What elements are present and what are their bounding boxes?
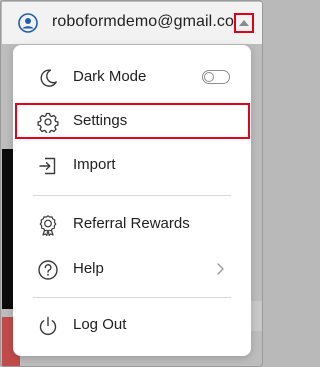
badge-award-icon xyxy=(37,214,59,236)
user-avatar-icon xyxy=(18,13,38,33)
settings-label: Settings xyxy=(73,112,128,129)
background-panel xyxy=(2,149,13,309)
referral-rewards-label: Referral Rewards xyxy=(73,215,190,232)
power-icon xyxy=(37,315,59,337)
moon-icon xyxy=(37,67,59,89)
import-icon xyxy=(37,155,59,177)
background-panel-right xyxy=(251,301,262,331)
account-bar: roboformdemo@gmail.com xyxy=(2,2,262,44)
account-email: roboformdemo@gmail.com xyxy=(52,13,248,30)
gear-icon xyxy=(37,111,59,133)
app-window: roboformdemo@gmail.com Dark Mode Setting… xyxy=(0,0,263,367)
collapse-menu-button[interactable] xyxy=(234,13,254,33)
account-dropdown-menu: Dark Mode Settings Import Referral Rewar… xyxy=(13,45,251,356)
menu-divider xyxy=(33,297,231,298)
caret-up-icon xyxy=(239,20,249,26)
menu-item-log-out[interactable]: Log Out xyxy=(13,305,251,345)
toggle-knob xyxy=(204,72,214,82)
menu-divider xyxy=(33,195,231,196)
menu-item-help[interactable]: Help xyxy=(13,249,251,289)
dark-mode-toggle[interactable] xyxy=(202,70,230,84)
chevron-right-icon xyxy=(215,262,225,276)
import-label: Import xyxy=(73,156,116,173)
menu-item-import[interactable]: Import xyxy=(13,145,251,185)
menu-item-referral-rewards[interactable]: Referral Rewards xyxy=(13,204,251,244)
help-label: Help xyxy=(73,260,104,277)
log-out-label: Log Out xyxy=(73,316,127,333)
menu-item-settings[interactable]: Settings xyxy=(13,101,251,141)
help-icon xyxy=(37,259,59,281)
dark-mode-label: Dark Mode xyxy=(73,68,147,85)
